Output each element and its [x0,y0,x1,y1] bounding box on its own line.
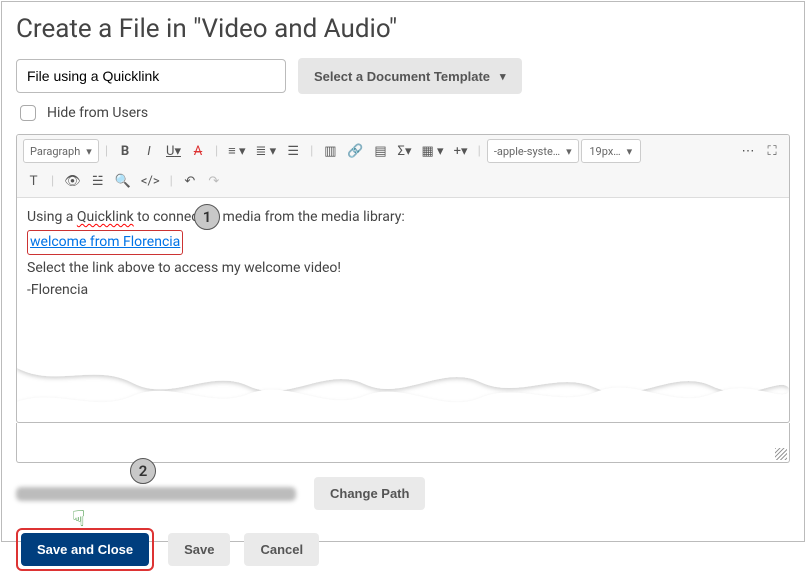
torn-paper-divider [17,358,789,418]
content-line-3: Select the link above to access my welco… [27,257,779,279]
save-close-highlight: Save and Close [16,528,154,571]
source-code-icon[interactable]: </> [137,169,164,193]
list-icon[interactable]: ≣ ▾ [252,139,281,163]
cancel-button[interactable]: Cancel [244,533,319,566]
plus-icon[interactable]: + ▾ [450,139,472,163]
resize-handle[interactable] [775,448,787,460]
redo-icon[interactable]: ↷ [203,169,225,193]
font-family-select[interactable]: -apple-syste…▾ [487,139,579,163]
editor-content[interactable]: Using a Quicklink to connect to media fr… [17,198,789,358]
editor-lower-area [16,423,790,463]
underline-icon[interactable]: U ▾ [162,139,185,163]
fullscreen-icon[interactable]: ⛶ [761,139,783,163]
media-quicklink[interactable]: welcome from Florencia [27,230,183,254]
format-painter-icon[interactable]: Ꭲ [23,169,45,193]
word-count-icon[interactable]: ☱ [87,169,109,193]
italic-icon[interactable]: I [138,139,160,163]
chevron-down-icon: ▾ [500,70,506,83]
select-template-label: Select a Document Template [314,69,490,84]
callout-1: 1 [194,204,220,230]
rich-text-editor: Paragraph▾ | B I U ▾ A | ≡ ▾ ≣ ▾ ☰ | ▥ 🔗… [16,134,790,423]
preview-icon[interactable]: 🔍 [111,169,135,193]
page-title: Create a File in "Video and Audio" [16,14,790,44]
content-line-1: Using a Quicklink to connect to media fr… [27,206,779,228]
callout-2: 2 [130,458,156,484]
editor-toolbar: Paragraph▾ | B I U ▾ A | ≡ ▾ ≣ ▾ ☰ | ▥ 🔗… [17,135,789,198]
save-and-close-button[interactable]: Save and Close [21,533,149,566]
undo-icon[interactable]: ↶ [179,169,201,193]
change-path-button[interactable]: Change Path [314,477,425,510]
cursor-hand-icon: ☟ [72,507,85,532]
save-button[interactable]: Save [168,533,230,566]
equation-icon[interactable]: Σ ▾ [394,139,416,163]
quicklink-icon[interactable]: 🔗 [343,139,367,163]
insert-stuff-icon[interactable]: ▥ [319,139,341,163]
image-icon[interactable]: ▤ [370,139,392,163]
hide-from-users-row[interactable]: Hide from Users [16,102,790,124]
align-icon[interactable]: ≡ ▾ [224,139,249,163]
table-icon[interactable]: ▦ ▾ [418,139,448,163]
hide-label: Hide from Users [47,105,148,121]
select-template-button[interactable]: Select a Document Template ▾ [298,58,522,94]
content-line-4: -Florencia [27,279,779,301]
content-path [16,487,296,501]
bold-icon[interactable]: B [114,139,136,163]
hide-checkbox[interactable] [20,105,36,121]
text-color-icon[interactable]: A [187,139,209,163]
spellcheck-word: Quicklink [77,209,134,225]
indent-icon[interactable]: ☰ [282,139,304,163]
font-size-select[interactable]: 19px…▾ [581,139,641,163]
paragraph-style-select[interactable]: Paragraph▾ [23,139,99,163]
more-icon[interactable]: ⋯ [737,139,759,163]
accessibility-icon[interactable]: 👁 [60,169,85,193]
file-title-input[interactable] [16,59,286,93]
